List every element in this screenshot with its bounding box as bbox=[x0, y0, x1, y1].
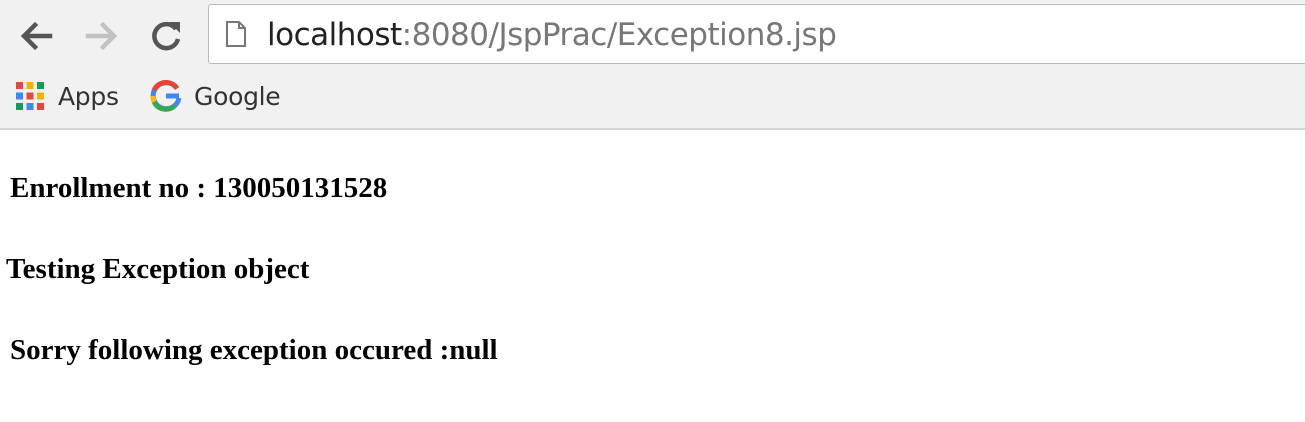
address-bar[interactable]: localhost:8080/JspPrac/Exception8.jsp bbox=[208, 4, 1305, 64]
bookmark-apps-label: Apps bbox=[58, 81, 119, 111]
google-g-icon bbox=[150, 80, 182, 112]
browser-chrome: localhost:8080/JspPrac/Exception8.jsp Ap… bbox=[0, 0, 1305, 130]
bookmark-apps[interactable]: Apps bbox=[14, 74, 119, 118]
apps-grid-icon bbox=[16, 82, 44, 110]
bookmark-google-label: Google bbox=[194, 81, 281, 111]
page-content: Enrollment no : 130050131528 Testing Exc… bbox=[0, 132, 1305, 422]
arrow-right-icon bbox=[85, 21, 118, 51]
reload-button[interactable] bbox=[144, 14, 188, 58]
enrollment-heading: Enrollment no : 130050131528 bbox=[10, 172, 388, 204]
url-host: localhost bbox=[267, 17, 402, 53]
back-button[interactable] bbox=[14, 14, 58, 58]
url-text: localhost:8080/JspPrac/Exception8.jsp bbox=[267, 15, 837, 55]
reload-icon bbox=[152, 21, 181, 51]
url-path: :8080/JspPrac/Exception8.jsp bbox=[401, 17, 837, 53]
arrow-left-icon bbox=[20, 21, 53, 51]
bookmark-google[interactable]: Google bbox=[150, 74, 281, 118]
page-icon bbox=[226, 21, 246, 47]
testing-heading: Testing Exception object bbox=[6, 253, 310, 285]
exception-message: Sorry following exception occured :null bbox=[10, 334, 498, 366]
forward-button[interactable] bbox=[80, 14, 124, 58]
